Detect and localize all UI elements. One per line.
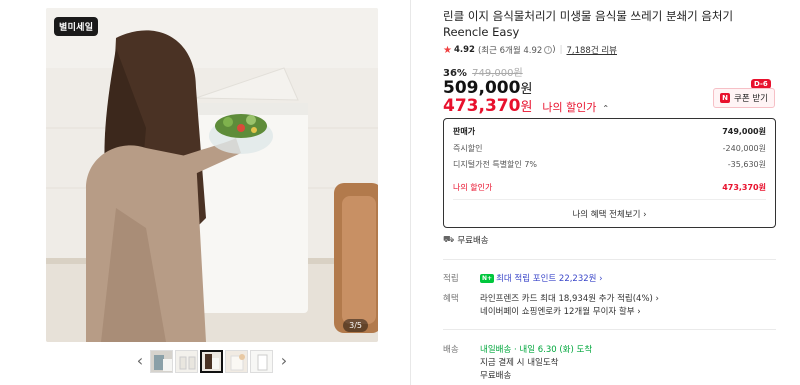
column-divider xyxy=(410,0,411,385)
price-row-value: -240,000원 xyxy=(722,144,766,153)
brand-badge: 별미세일 xyxy=(54,17,99,36)
review-count-link[interactable]: 7,188건 리뷰 xyxy=(567,44,618,56)
earn-text: 최대 적립 포인트 22,232원 › xyxy=(496,274,603,284)
price-row-value: 749,000원 xyxy=(722,127,766,136)
thumbnail[interactable] xyxy=(250,350,273,373)
price-row-label: 나의 할인가 xyxy=(453,183,493,192)
chevron-up-icon: ⌃ xyxy=(602,104,610,113)
price-row-label: 판매가 xyxy=(453,127,476,136)
benefit-installment[interactable]: 네이버페이 쇼핑엔로카 12개월 무이자 할부 › xyxy=(480,305,641,317)
delivery-line2: 지금 결제 시 내일도착 xyxy=(480,358,559,368)
coupon-label: 쿠폰 받기 xyxy=(734,94,768,104)
star-icon: ★ xyxy=(443,44,452,56)
earn-value[interactable]: N+ 최대 적립 포인트 22,232원 › xyxy=(480,272,603,284)
delivery-date: · 내일 6.30 (화) 도착 xyxy=(513,345,593,355)
rating-recent: (최근 6개월 4.92 xyxy=(477,46,543,56)
truck-icon: ⛟ xyxy=(443,234,455,245)
discount-row: 36% 749,000원 xyxy=(443,64,523,79)
thumbnail[interactable] xyxy=(225,350,248,373)
thumbnail-strip xyxy=(150,350,273,374)
my-price-label: 나의 할인가 xyxy=(542,101,597,114)
delivery-line3: 무료배송 xyxy=(480,371,512,381)
tomorrow-delivery-badge: 내일배송 xyxy=(480,345,512,355)
my-discount-price[interactable]: 473,370원 나의 할인가 ⌃ xyxy=(443,96,609,116)
view-all-benefits-link[interactable]: 나의 혜택 전체보기 › xyxy=(444,208,775,220)
separator: | xyxy=(559,45,563,55)
rating-row: ★ 4.92 (최근 6개월 4.92 i ) | 7,188건 리뷰 xyxy=(443,44,618,57)
price-row-label: 즉시할인 xyxy=(453,144,483,153)
main-product-image[interactable]: 별미세일 3/5 xyxy=(46,8,378,342)
price-breakdown-box: 판매가 749,000원 즉시할인 -240,000원 디지털가전 특별할인 7… xyxy=(443,118,776,228)
my-price-value: 473,370 xyxy=(443,96,521,116)
image-counter: 3/5 xyxy=(343,319,368,332)
product-title: 린클 이지 음식물처리기 미생물 음식물 쓰레기 분쇄기 음처기 Reencle… xyxy=(443,9,734,39)
next-image-arrow-icon[interactable]: › xyxy=(276,351,292,371)
thumbnail[interactable] xyxy=(150,350,173,373)
sale-price-value: 509,000 xyxy=(443,78,521,98)
rating-recent-close: ) xyxy=(552,45,556,55)
coupon-button[interactable]: N 쿠폰 받기 xyxy=(713,88,775,108)
rating-value: 4.92 xyxy=(453,45,475,55)
section-divider xyxy=(443,259,776,260)
price-row-value: -35,630원 xyxy=(727,160,766,169)
price-row-list: 판매가 749,000원 xyxy=(453,126,766,137)
benefit-card[interactable]: 라인프렌즈 카드 최대 18,934원 추가 적립(4%) › xyxy=(480,292,659,304)
thumbnail-active[interactable] xyxy=(200,350,223,373)
product-gallery: 별미세일 3/5 ‹ › xyxy=(0,0,420,385)
sale-price: 509,000원 xyxy=(443,78,532,98)
info-icon[interactable]: i xyxy=(544,46,553,54)
earn-label: 적립 xyxy=(443,274,459,284)
currency-unit: 원 xyxy=(520,100,533,115)
price-row-my: 나의 할인가 473,370원 xyxy=(453,182,766,193)
shipping-row: ⛟ 무료배송 xyxy=(443,234,489,247)
price-box-divider xyxy=(453,199,766,200)
price-row-label: 디지털가전 특별할인 7% xyxy=(453,160,538,169)
currency-unit: 원 xyxy=(520,82,533,97)
benefit-label: 혜택 xyxy=(443,294,459,304)
free-shipping: 무료배송 xyxy=(457,236,489,246)
product-info: 린클 이지 음식물처리기 미생물 음식물 쓰레기 분쇄기 음처기 Reencle… xyxy=(443,0,778,385)
delivery-line1: 내일배송 · 내일 6.30 (화) 도착 xyxy=(480,343,592,355)
delivery-label: 배송 xyxy=(443,345,459,355)
price-row-special: 디지털가전 특별할인 7% -35,630원 xyxy=(453,159,766,170)
product-photo-illustration xyxy=(46,8,378,342)
price-row-value: 473,370원 xyxy=(722,183,766,192)
thumbnail[interactable] xyxy=(175,350,198,373)
price-row-instant: 즉시할인 -240,000원 xyxy=(453,143,766,154)
naver-n-icon: N xyxy=(720,93,730,103)
npay-plus-badge: N+ xyxy=(480,274,495,283)
section-divider xyxy=(443,329,776,330)
prev-image-arrow-icon[interactable]: ‹ xyxy=(132,351,148,371)
